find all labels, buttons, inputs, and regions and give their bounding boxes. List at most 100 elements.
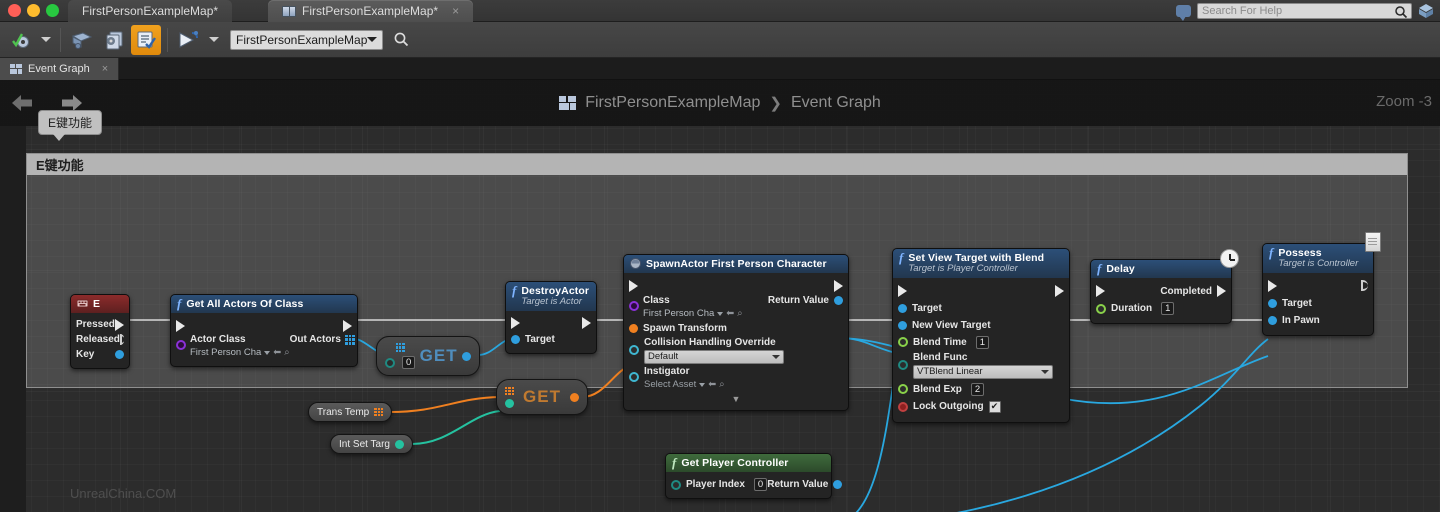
node-get-player-controller[interactable]: f Get Player Controller Player Index 0 R… bbox=[665, 453, 843, 500]
blend-time-field[interactable]: 1 bbox=[975, 335, 990, 349]
breadcrumb-root[interactable]: FirstPersonExampleMap bbox=[585, 94, 760, 112]
player-index-field[interactable]: 0 bbox=[753, 478, 768, 492]
object-pin-in-pawn[interactable] bbox=[1268, 315, 1277, 325]
map-selector-combo[interactable]: FirstPersonExampleMap bbox=[230, 29, 384, 50]
exec-pin-out-destroy[interactable] bbox=[582, 317, 591, 330]
save-button[interactable] bbox=[67, 25, 97, 55]
find-in-blueprint-button[interactable] bbox=[388, 27, 414, 53]
exec-pin-completed[interactable] bbox=[1217, 285, 1226, 298]
window-tab-level-editor[interactable]: FirstPersonExampleMap* bbox=[68, 0, 233, 22]
exec-pin-out-possess[interactable] bbox=[1361, 280, 1368, 292]
node-set-view-target-with-blend[interactable]: f Set View Target with Blend Target is P… bbox=[892, 248, 1070, 423]
play-button[interactable] bbox=[174, 25, 204, 55]
int-pin-player-index[interactable] bbox=[671, 479, 681, 490]
pin-row-blend-exp[interactable]: Blend Exp 2 bbox=[893, 381, 1069, 398]
float-pin-blend-exp[interactable] bbox=[898, 384, 908, 395]
browse-asset-icon-spawn[interactable]: ⌕ bbox=[737, 308, 742, 320]
exec-row-possess[interactable] bbox=[1263, 277, 1373, 295]
lock-outgoing-checkbox[interactable]: ✔ bbox=[988, 400, 1001, 413]
node-variable-trans-temp[interactable]: Trans Temp bbox=[308, 402, 393, 422]
breadcrumb-leaf[interactable]: Event Graph bbox=[791, 94, 881, 112]
browse-asset-icon[interactable]: ⌕ bbox=[284, 347, 289, 359]
collision-handling-combo[interactable]: Default bbox=[644, 350, 784, 365]
spawn-class-selector[interactable]: First Person Cha ⬅ ⌕ bbox=[643, 308, 743, 320]
object-pin-out-get[interactable] bbox=[462, 351, 471, 361]
exec-pin-pressed[interactable] bbox=[115, 318, 124, 331]
node-get-orange[interactable]: GET bbox=[496, 379, 588, 415]
close-icon[interactable]: × bbox=[452, 4, 459, 18]
compile-button[interactable] bbox=[6, 25, 36, 55]
pin-row-key[interactable]: Key bbox=[71, 347, 129, 362]
object-pin-gpc-return[interactable] bbox=[833, 480, 843, 490]
exec-pin-in-possess[interactable] bbox=[1268, 279, 1277, 292]
pin-row-new-view-target[interactable]: New View Target bbox=[893, 317, 1069, 334]
exec-row-spawn[interactable] bbox=[624, 277, 848, 295]
use-selected-asset-icon-spawn[interactable]: ⬅ bbox=[726, 308, 734, 320]
exec-pin-in-svt[interactable] bbox=[898, 284, 907, 297]
node-comment-bubble-icon[interactable] bbox=[1365, 232, 1381, 252]
pin-row-player-index[interactable]: Player Index 0 Return Value bbox=[666, 476, 843, 493]
bool-pin-lock-outgoing[interactable] bbox=[898, 401, 908, 412]
object-pin-possess-target[interactable] bbox=[1268, 298, 1277, 308]
pin-row-spawn-transform[interactable]: Spawn Transform bbox=[624, 321, 848, 336]
use-selected-asset-icon[interactable]: ⬅ bbox=[273, 347, 281, 359]
node-possess[interactable]: f Possess Target is Controller Target In… bbox=[1262, 232, 1381, 336]
pin-row-in-pawn[interactable]: In Pawn bbox=[1263, 312, 1373, 329]
array-pin-in-get[interactable] bbox=[395, 343, 405, 352]
pin-row-released[interactable]: Released bbox=[71, 332, 129, 347]
actor-class-selector[interactable]: First Person Cha ⬅ ⌕ bbox=[190, 347, 290, 359]
pin-row-svt-target[interactable]: Target bbox=[893, 300, 1069, 317]
back-arrow-icon[interactable] bbox=[10, 92, 36, 114]
array-pin-in-get-orange[interactable] bbox=[505, 386, 514, 396]
tab-event-graph[interactable]: Event Graph × bbox=[0, 58, 120, 80]
exec-row-delay[interactable]: Completed bbox=[1091, 282, 1231, 300]
maximize-window-button[interactable] bbox=[46, 4, 59, 17]
array-pin-out-actors[interactable] bbox=[344, 334, 355, 345]
node-spawn-actor-first-person-character[interactable]: SpawnActor First Person Character Class bbox=[623, 254, 849, 412]
exec-pin-out-gaaoc[interactable] bbox=[343, 319, 352, 332]
enum-pin-blend-func[interactable] bbox=[898, 359, 908, 370]
exec-pin-in-delay[interactable] bbox=[1096, 285, 1105, 298]
pin-row-instigator[interactable]: Instigator Select Asset ⬅ ⌕ bbox=[624, 366, 848, 392]
float-pin-duration[interactable] bbox=[1096, 303, 1106, 314]
array-pin-out-get-orange[interactable] bbox=[569, 392, 579, 402]
use-selected-asset-icon-instigator[interactable]: ⬅ bbox=[708, 379, 716, 391]
object-pin-spawn-return[interactable] bbox=[834, 296, 843, 306]
close-window-button[interactable] bbox=[8, 4, 21, 17]
object-pin-target-destroy[interactable] bbox=[511, 334, 520, 344]
class-pin-spawn-class[interactable] bbox=[629, 301, 639, 312]
node-input-event-e[interactable]: E Pressed Released Key bbox=[70, 294, 130, 370]
object-pin-instigator[interactable] bbox=[629, 372, 639, 383]
int-pin-index-get[interactable] bbox=[385, 357, 395, 368]
blend-exp-field[interactable]: 2 bbox=[970, 382, 985, 396]
compile-options-dropdown[interactable] bbox=[38, 25, 54, 55]
window-tab-blueprint-editor[interactable]: FirstPersonExampleMap* × bbox=[268, 0, 474, 22]
exec-pin-in-destroy[interactable] bbox=[511, 317, 520, 330]
node-expander-spawn[interactable]: ▼ bbox=[624, 394, 848, 404]
enum-pin-collision-handling[interactable] bbox=[629, 345, 639, 356]
minimize-window-button[interactable] bbox=[27, 4, 40, 17]
pin-row-spawn-class[interactable]: Class First Person Cha ⬅ ⌕ Return Value bbox=[624, 295, 848, 321]
browse-asset-icon-instigator[interactable]: ⌕ bbox=[719, 379, 724, 391]
class-settings-button[interactable] bbox=[99, 25, 129, 55]
pin-row-collision-handling[interactable]: Collision Handling Override Default bbox=[624, 336, 848, 366]
node-get-all-actors-of-class[interactable]: f Get All Actors Of Class Actor Class Fi… bbox=[170, 294, 358, 368]
class-pin-actor-class[interactable] bbox=[176, 340, 186, 351]
exec-row-destroy[interactable] bbox=[506, 315, 596, 332]
node-delay[interactable]: f Delay Completed Duration 1 bbox=[1090, 249, 1239, 325]
int-pin-set-targ[interactable] bbox=[394, 439, 404, 449]
pin-row-duration[interactable]: Duration 1 bbox=[1091, 300, 1231, 317]
exec-row-gaaoc[interactable] bbox=[171, 317, 357, 334]
exec-pin-in-spawn[interactable] bbox=[629, 280, 638, 293]
exec-row-svt[interactable] bbox=[893, 282, 1069, 300]
object-pin-new-view-target[interactable] bbox=[898, 320, 907, 330]
node-destroy-actor[interactable]: f DestroyActor Target is Actor Target bbox=[505, 281, 597, 354]
float-pin-blend-time[interactable] bbox=[898, 337, 908, 348]
blend-func-combo[interactable]: VTBlend Linear bbox=[913, 364, 1053, 379]
exec-pin-released[interactable] bbox=[119, 334, 124, 346]
exec-pin-in-gaaoc[interactable] bbox=[176, 319, 185, 332]
graph-canvas[interactable]: E键功能 E键功能 UnrealChina.COM 虚幻中国社区 UnrealC… bbox=[0, 110, 1440, 512]
struct-pin-spawn-transform[interactable] bbox=[629, 324, 638, 334]
node-get-array-element[interactable]: 0 GET bbox=[376, 336, 480, 376]
pin-row-blend-func[interactable]: Blend Func VTBlend Linear bbox=[893, 351, 1069, 381]
